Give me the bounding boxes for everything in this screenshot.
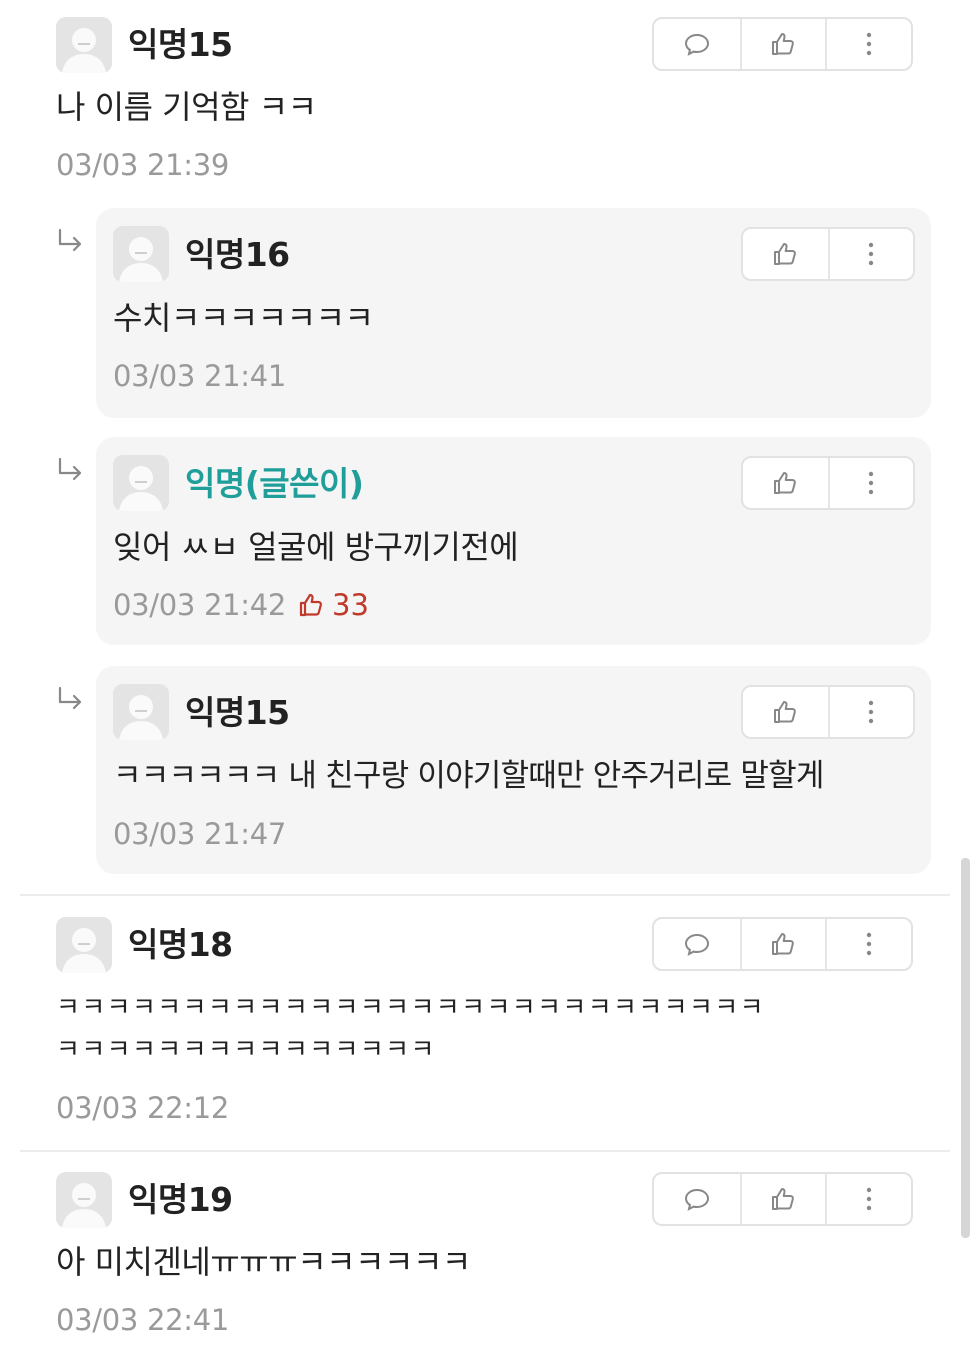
- comment-author: 익명16: [185, 235, 290, 274]
- comment-actions: [741, 227, 915, 281]
- comment-actions: [652, 1172, 913, 1226]
- more-button[interactable]: [825, 919, 911, 969]
- more-button[interactable]: [827, 458, 913, 508]
- thumbs-up-icon: [768, 29, 798, 59]
- like-button[interactable]: [743, 687, 828, 737]
- divider: [20, 1150, 950, 1152]
- speech-bubble-icon: [682, 1184, 712, 1214]
- comment-body-line1: ㅋㅋㅋㅋㅋㅋㅋㅋㅋㅋㅋㅋㅋㅋㅋㅋㅋㅋㅋㅋㅋㅋㅋㅋㅋㅋㅋㅋ: [56, 993, 765, 1023]
- default-avatar-icon[interactable]: [113, 684, 169, 740]
- comment-time: 03/03 21:41: [113, 359, 287, 393]
- comment-actions: [741, 685, 915, 739]
- comment-author: 익명15: [128, 25, 233, 64]
- comment-author-op: 익명(글쓴이): [185, 464, 364, 503]
- reply-button[interactable]: [654, 919, 740, 969]
- thumbs-up-icon: [770, 239, 800, 269]
- thumbs-up-icon: [296, 590, 326, 620]
- comment-time: 03/03 21:39: [56, 148, 230, 182]
- more-button[interactable]: [827, 229, 913, 279]
- comment-actions: [652, 917, 913, 971]
- vertical-dots-icon: [856, 468, 886, 498]
- more-button[interactable]: [825, 1174, 911, 1224]
- more-button[interactable]: [825, 19, 911, 69]
- default-avatar-icon[interactable]: [56, 17, 112, 73]
- speech-bubble-icon: [682, 929, 712, 959]
- like-button[interactable]: [743, 458, 828, 508]
- default-avatar-icon[interactable]: [56, 917, 112, 973]
- like-count: 33: [296, 587, 369, 623]
- like-button[interactable]: [743, 229, 828, 279]
- comment-time: 03/03 21:42: [113, 588, 287, 622]
- divider: [20, 894, 950, 896]
- comment-body: 아 미치겐네ㅠㅠㅠㅋㅋㅋㅋㅋㅋ: [56, 1243, 471, 1281]
- comment-time: 03/03 22:41: [56, 1303, 230, 1337]
- thumbs-up-icon: [768, 1184, 798, 1214]
- comment-body: 잊어 ㅆㅂ 얼굴에 방구끼기전에: [113, 528, 519, 566]
- speech-bubble-icon: [682, 29, 712, 59]
- scrollbar[interactable]: [961, 858, 970, 1238]
- like-count-value: 33: [332, 588, 369, 622]
- reply-arrow-icon: [54, 684, 86, 716]
- like-button[interactable]: [739, 1174, 826, 1224]
- comment-body: 나 이름 기억함 ㅋㅋ: [56, 88, 317, 126]
- reply-item: 익명(글쓴이) 잊어 ㅆㅂ 얼굴에 방구끼기전에 03/03 21:42 33: [96, 437, 931, 645]
- thumbs-up-icon: [770, 468, 800, 498]
- reply-button[interactable]: [654, 19, 740, 69]
- thumbs-up-icon: [768, 929, 798, 959]
- more-button[interactable]: [827, 687, 913, 737]
- default-avatar-icon[interactable]: [113, 226, 169, 282]
- default-avatar-icon[interactable]: [113, 455, 169, 511]
- vertical-dots-icon: [854, 1184, 884, 1214]
- reply-item: 익명15 ㅋㅋㅋㅋㅋㅋ 내 친구랑 이야기할때만 안주거리로 말할게 03/03…: [96, 666, 931, 874]
- like-button[interactable]: [739, 919, 826, 969]
- comment-body-line2: ㅋㅋㅋㅋㅋㅋㅋㅋㅋㅋㅋㅋㅋㅋㅋ: [56, 1035, 436, 1065]
- comment-author: 익명18: [128, 925, 233, 964]
- comment-body: 수치ㅋㅋㅋㅋㅋㅋㅋ: [113, 299, 374, 337]
- reply-arrow-icon: [54, 226, 86, 258]
- thumbs-up-icon: [770, 697, 800, 727]
- reply-button[interactable]: [654, 1174, 740, 1224]
- comment-body: ㅋㅋㅋㅋㅋㅋ 내 친구랑 이야기할때만 안주거리로 말할게: [113, 758, 824, 794]
- reply-arrow-icon: [54, 455, 86, 487]
- comment-time: 03/03 22:12: [56, 1091, 230, 1125]
- vertical-dots-icon: [854, 929, 884, 959]
- vertical-dots-icon: [854, 29, 884, 59]
- comment-author: 익명15: [185, 693, 290, 732]
- default-avatar-icon[interactable]: [56, 1172, 112, 1228]
- comment-author: 익명19: [128, 1180, 233, 1219]
- comment-time: 03/03 21:47: [113, 817, 287, 851]
- reply-item: 익명16 수치ㅋㅋㅋㅋㅋㅋㅋ 03/03 21:41: [96, 208, 931, 418]
- like-button[interactable]: [739, 19, 826, 69]
- vertical-dots-icon: [856, 697, 886, 727]
- comment-actions: [741, 456, 915, 510]
- comment-actions: [652, 17, 913, 71]
- vertical-dots-icon: [856, 239, 886, 269]
